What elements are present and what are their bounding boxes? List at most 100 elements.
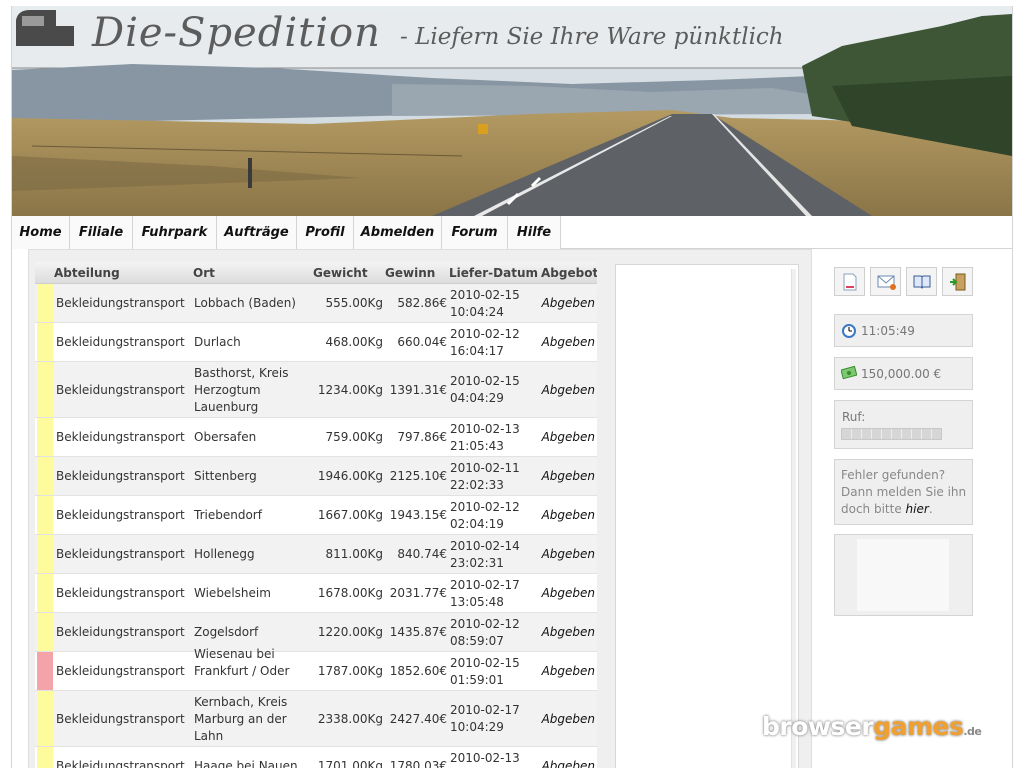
cell-liefer-datum: 2010-02-15 10:04:24 (450, 287, 540, 321)
delivery-date: 2010-02-15 (450, 656, 520, 670)
cell-gewinn: 1852.60€ (389, 664, 447, 678)
col-abgebot[interactable]: Abgebot (541, 266, 597, 280)
delivery-time: 21:05:43 (450, 439, 504, 453)
nav-forum[interactable]: Forum (442, 216, 508, 249)
abgeben-link[interactable]: Abgeben (540, 758, 595, 768)
delivery-date: 2010-02-12 (450, 617, 520, 631)
nav-profil[interactable]: Profil (297, 216, 354, 249)
cell-ort: Wiesenau bei Frankfurt / Oder (194, 647, 290, 678)
nav-home[interactable]: Home (12, 216, 70, 249)
cell-ort: Haage bei Nauen (194, 759, 298, 768)
table-header: Abteilung Ort Gewicht Gewinn Liefer-Datu… (35, 262, 597, 284)
abgeben-link[interactable]: Abgeben (540, 507, 595, 524)
cell-abteilung: Bekleidungstransport (56, 759, 185, 768)
delivery-date: 2010-02-15 (450, 374, 520, 388)
logout-button[interactable] (942, 267, 973, 296)
watermark-suffix: .de (963, 725, 982, 738)
abgeben-link[interactable]: Abgeben (540, 585, 595, 602)
cell-gewicht: 2338.00Kg (317, 712, 383, 726)
table-row: Bekleidungstransport Hollenegg 811.00Kg 840… (35, 535, 597, 574)
mail-button[interactable] (870, 267, 901, 296)
document-button[interactable] (834, 267, 865, 296)
cell-abteilung: Bekleidungstransport (56, 296, 185, 310)
abgeben-link[interactable]: Abgeben (540, 468, 595, 485)
cell-ort: Kernbach, Kreis Marburg an der Lahn (194, 695, 288, 743)
abgeben-link[interactable]: Abgeben (540, 663, 595, 680)
money-box: 150,000.00 € (834, 357, 973, 390)
exit-door-icon (950, 273, 966, 291)
side-scrollbar[interactable] (791, 269, 796, 768)
cell-abteilung: Bekleidungstransport (56, 664, 185, 678)
table-row: Bekleidungstransport Triebendorf 1667.00Kg… (35, 496, 597, 535)
cell-abteilung: Bekleidungstransport (56, 508, 185, 522)
cell-liefer-datum: 2010-02-15 01:59:01 (450, 655, 540, 689)
col-liefer-datum[interactable]: Liefer-Datum (449, 266, 538, 280)
abgeben-link[interactable]: Abgeben (540, 624, 595, 641)
cell-abteilung: Bekleidungstransport (56, 547, 185, 561)
col-gewinn[interactable]: Gewinn (385, 266, 435, 280)
status-indicator (37, 535, 53, 573)
nav-abmelden[interactable]: Abmelden (354, 216, 442, 249)
table-row: Bekleidungstransport Durlach 468.00Kg 660.0… (35, 323, 597, 362)
cell-ort: Basthorst, Kreis Herzogtum Lauenburg (194, 366, 289, 414)
error-report-suffix: . (928, 502, 933, 516)
delivery-date: 2010-02-12 (450, 327, 520, 341)
delivery-date: 2010-02-17 (450, 703, 520, 717)
table-row: Bekleidungstransport Wiebelsheim 1678.00Kg… (35, 574, 597, 613)
cell-gewicht: 555.00Kg (325, 296, 383, 310)
error-report-prefix: Fehler gefunden? Dann melden Sie ihn doc… (841, 468, 967, 516)
browsergames-watermark: browsergames.de (762, 712, 982, 741)
abgeben-link[interactable]: Abgeben (540, 295, 595, 312)
abgeben-link[interactable]: Abgeben (540, 711, 595, 728)
cell-gewinn: 2031.77€ (389, 586, 447, 600)
abgeben-link[interactable]: Abgeben (540, 429, 595, 446)
delivery-date: 2010-02-11 (450, 461, 520, 475)
abgeben-link[interactable]: Abgeben (540, 382, 595, 399)
cell-gewinn: 1780.03€ (389, 759, 447, 768)
cell-abteilung: Bekleidungstransport (56, 625, 185, 639)
cell-ort: Sittenberg (194, 469, 257, 483)
status-indicator (37, 323, 53, 361)
nav-fuhrpark[interactable]: Fuhrpark (133, 216, 217, 249)
status-indicator (37, 457, 53, 495)
status-indicator (37, 574, 53, 612)
cell-liefer-datum: 2010-02-12 16:04:17 (450, 326, 540, 360)
clock-value: 11:05:49 (861, 324, 915, 338)
col-abteilung[interactable]: Abteilung (54, 266, 120, 280)
col-gewicht[interactable]: Gewicht (313, 266, 368, 280)
cell-abteilung: Bekleidungstransport (56, 469, 185, 483)
cell-abteilung: Bekleidungstransport (56, 383, 185, 397)
delivery-time: 22:02:33 (450, 478, 504, 492)
cell-liefer-datum: 2010-02-17 10:04:29 (450, 702, 540, 736)
table-row: Bekleidungstransport Basthorst, Kreis Her… (35, 362, 597, 418)
abgeben-link[interactable]: Abgeben (540, 546, 595, 563)
cell-gewicht: 1678.00Kg (317, 586, 383, 600)
blank-widget-box (834, 534, 973, 616)
delivery-time: 08:59:07 (450, 634, 504, 648)
reputation-label: Ruf: (842, 410, 866, 424)
col-ort[interactable]: Ort (193, 266, 215, 280)
status-indicator (37, 284, 53, 322)
cell-ort: Durlach (194, 335, 241, 349)
status-indicator (37, 418, 53, 456)
cell-ort: Triebendorf (194, 508, 262, 522)
delivery-time: 02:04:19 (450, 517, 504, 531)
nav-auftraege[interactable]: Aufträge (217, 216, 297, 249)
status-indicator (37, 496, 53, 534)
error-report-link[interactable]: hier (906, 502, 929, 516)
table-row: Bekleidungstransport Wiesenau bei Frankfu… (35, 647, 597, 691)
cell-liefer-datum: 2010-02-11 22:02:33 (450, 460, 540, 494)
cell-gewicht: 1667.00Kg (317, 508, 383, 522)
nav-hilfe[interactable]: Hilfe (508, 216, 561, 249)
nav-filiale[interactable]: Filiale (70, 216, 133, 249)
book-button[interactable] (906, 267, 937, 296)
delivery-time: 16:04:17 (450, 344, 504, 358)
abgeben-link[interactable]: Abgeben (540, 334, 595, 351)
header-banner: Die-Spedition - Liefern Sie Ihre Ware pü… (12, 6, 1012, 216)
cell-gewinn: 797.86€ (397, 430, 447, 444)
page-frame: Die-Spedition - Liefern Sie Ihre Ware pü… (11, 6, 1013, 768)
mail-icon (877, 275, 896, 290)
orders-table: Abteilung Ort Gewicht Gewinn Liefer-Datu… (35, 262, 597, 768)
cell-abteilung: Bekleidungstransport (56, 586, 185, 600)
cell-gewicht: 811.00Kg (325, 547, 383, 561)
